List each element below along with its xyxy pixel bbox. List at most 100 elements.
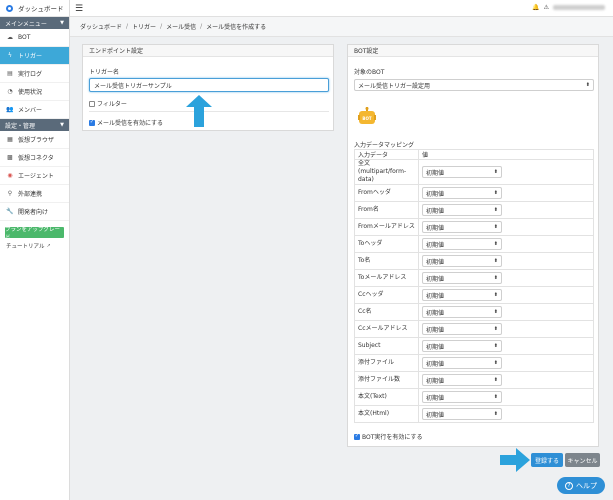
sidebar-item-developers[interactable]: 🔧 開発者向け xyxy=(0,203,69,221)
breadcrumb-current: メール受信を作成する xyxy=(206,24,267,31)
select-arrow-icon: ⬍ xyxy=(585,82,590,88)
user-account-menu[interactable] xyxy=(553,5,605,10)
dashboard-link[interactable]: ダッシュボード xyxy=(0,0,69,17)
sidebar-item-usage[interactable]: ◔ 使用状況 xyxy=(0,83,69,101)
sidebar-item-virtual-browser[interactable]: ▦ 仮想ブラウザ xyxy=(0,131,69,149)
bell-icon[interactable]: 🔔 xyxy=(532,4,539,11)
sidebar-item-trigger[interactable]: ϟ トリガー xyxy=(0,47,69,65)
mapping-value: 初期値 xyxy=(426,190,445,198)
sidebar-item-members[interactable]: 👥 メンバー xyxy=(0,101,69,119)
sidebar-item-integrations[interactable]: ⚲ 外部連携 xyxy=(0,185,69,203)
endpoint-panel-title: エンドポイント設定 xyxy=(83,45,333,57)
wrench-icon: 🔧 xyxy=(6,208,14,215)
mapping-value: 初期値 xyxy=(426,343,445,351)
breadcrumb-separator: / xyxy=(200,23,203,30)
enable-bot-checkbox-row[interactable]: ✓ BOT実行を有効にする xyxy=(354,432,422,441)
mapping-value-select[interactable]: 初期値 ⬍ xyxy=(422,187,502,199)
sidebar-item-label: 仮想コネクタ xyxy=(18,155,54,162)
enable-bot-checkbox[interactable]: ✓ xyxy=(354,433,360,440)
mapping-value-select[interactable]: 初期値 ⬍ xyxy=(422,306,502,318)
table-row: Ccメールアドレス 初期値 ⬍ xyxy=(354,320,594,338)
select-arrow-icon: ⬍ xyxy=(493,258,498,264)
register-button[interactable]: 登録する xyxy=(531,453,563,467)
sidebar-item-label: 開発者向け xyxy=(18,209,49,216)
sidebar-item-virtual-connector[interactable]: ▩ 仮想コネクタ xyxy=(0,149,69,167)
settings-header[interactable]: 設定・管理 ▼ xyxy=(0,119,69,131)
mapping-value-cell: 初期値 ⬍ xyxy=(418,286,594,304)
tutorial-link[interactable]: チュートリアル ↗ xyxy=(0,242,69,250)
mapping-value-select[interactable]: 初期値 ⬍ xyxy=(422,272,502,284)
mapping-value: 初期値 xyxy=(426,224,445,232)
main-menu-header[interactable]: メインメニュー ▼ xyxy=(0,17,69,29)
select-arrow-icon: ⬍ xyxy=(493,360,498,366)
breadcrumb-mail-receive[interactable]: メール受信 xyxy=(166,22,196,31)
mapping-value-select[interactable]: 初期値 ⬍ xyxy=(422,238,502,250)
table-row: 本文(Text) 初期値 ⬍ xyxy=(354,388,594,406)
breadcrumb-trigger[interactable]: トリガー xyxy=(132,22,156,31)
mapping-value-select[interactable]: 初期値 ⬍ xyxy=(422,323,502,335)
sidebar-item-agent[interactable]: ◉ エージェント xyxy=(0,167,69,185)
mapping-input-name: 本文(Html) xyxy=(354,405,419,423)
input-mapping-table: 入力データ 値 全文(multipart/form-data) 初期値 ⬍ Fromヘ… xyxy=(354,149,594,423)
mapping-value-cell: 初期値 ⬍ xyxy=(418,235,594,253)
mapping-input-name: 添付ファイル数 xyxy=(354,371,419,389)
agent-icon: ◉ xyxy=(7,172,13,179)
main-menu-title: メインメニュー xyxy=(5,20,47,28)
sidebar-item-bot[interactable]: ☁ BOT xyxy=(0,29,69,47)
mapping-value-select[interactable]: 初期値 ⬍ xyxy=(422,374,502,386)
mapping-value-select[interactable]: 初期値 ⬍ xyxy=(422,221,502,233)
mapping-input-name: Fromメールアドレス xyxy=(354,218,419,236)
mapping-value: 初期値 xyxy=(426,360,445,368)
mapping-value-cell: 初期値 ⬍ xyxy=(418,159,594,185)
sidebar-item-label: エージェント xyxy=(18,173,54,180)
sidebar-item-label: メンバー xyxy=(18,107,43,114)
breadcrumb-dashboard[interactable]: ダッシュボード xyxy=(80,22,122,31)
mapping-value-select[interactable]: 初期値 ⬍ xyxy=(422,340,502,352)
trigger-name-label: トリガー名 xyxy=(89,69,120,76)
mapping-value: 初期値 xyxy=(426,309,445,317)
sidebar-item-log[interactable]: ▤ 実行ログ xyxy=(0,65,69,83)
mapping-value-select[interactable]: 初期値 ⬍ xyxy=(422,166,502,178)
target-bot-select[interactable]: メール受信トリガー設定用 ⬍ xyxy=(354,79,594,91)
mapping-value: 初期値 xyxy=(426,275,445,283)
table-row: 全文(multipart/form-data) 初期値 ⬍ xyxy=(354,159,594,185)
sidebar-item-label: 外部連携 xyxy=(18,191,43,198)
mapping-value-select[interactable]: 初期値 ⬍ xyxy=(422,255,502,267)
cancel-button[interactable]: キャンセル xyxy=(565,453,600,467)
mapping-value-cell: 初期値 ⬍ xyxy=(418,218,594,236)
breadcrumb: ダッシュボード / トリガー / メール受信 / メール受信を作成する xyxy=(70,17,613,37)
mapping-value-select[interactable]: 初期値 ⬍ xyxy=(422,357,502,369)
upgrade-plan-button[interactable]: プランをアップグレード xyxy=(5,227,64,241)
mapping-value: 初期値 xyxy=(426,292,445,300)
select-arrow-icon: ⬍ xyxy=(493,343,498,349)
enable-mail-checkbox-row[interactable]: ✓ メール受信を有効にする xyxy=(89,118,163,127)
mapping-value-select[interactable]: 初期値 ⬍ xyxy=(422,204,502,216)
enable-bot-label: BOT実行を有効にする xyxy=(362,434,423,441)
filter-checkbox-row[interactable]: フィルター xyxy=(89,99,127,108)
mapping-value-select[interactable]: 初期値 ⬍ xyxy=(422,391,502,403)
mapping-value: 初期値 xyxy=(426,326,445,334)
select-arrow-icon: ⬍ xyxy=(493,190,498,196)
warning-icon[interactable]: ⚠ xyxy=(544,4,549,11)
help-icon: ? xyxy=(565,481,573,490)
trigger-name-input[interactable]: メール受信トリガーサンプル xyxy=(89,78,329,92)
hamburger-menu-icon[interactable]: ☰ xyxy=(75,4,83,14)
input-mapping-label: 入力データマッピング xyxy=(354,142,415,149)
log-icon: ▤ xyxy=(7,70,13,77)
table-row: To名 初期値 ⬍ xyxy=(354,252,594,270)
help-button[interactable]: ? ヘルプ xyxy=(557,477,605,494)
mapping-value-cell: 初期値 ⬍ xyxy=(418,337,594,355)
enable-mail-checkbox[interactable]: ✓ xyxy=(89,119,95,126)
filter-checkbox[interactable] xyxy=(89,100,95,107)
mapping-value-select[interactable]: 初期値 ⬍ xyxy=(422,289,502,301)
users-icon: 👥 xyxy=(6,106,14,113)
mapping-input-name: Subject xyxy=(354,337,419,355)
external-link-icon: ↗ xyxy=(46,243,51,249)
mapping-input-name: Toヘッダ xyxy=(354,235,419,253)
table-row: From名 初期値 ⬍ xyxy=(354,201,594,219)
sidebar-item-label: 仮想ブラウザ xyxy=(18,137,55,144)
mapping-value: 初期値 xyxy=(426,241,445,249)
mapping-value-select[interactable]: 初期値 ⬍ xyxy=(422,408,502,420)
mapping-value: 初期値 xyxy=(426,258,445,266)
bot-avatar-icon: BOT xyxy=(358,107,376,124)
